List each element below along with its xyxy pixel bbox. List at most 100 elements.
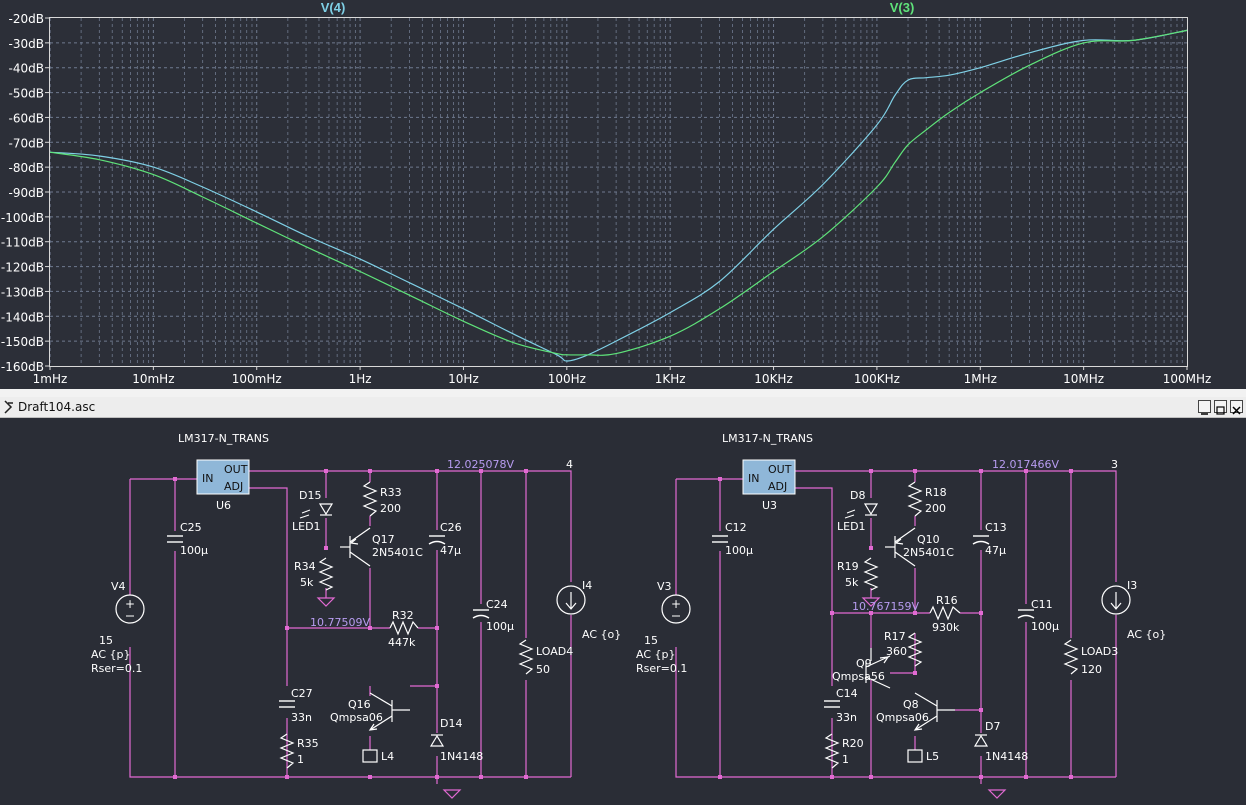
capacitor-c11[interactable]: [1017, 609, 1035, 619]
voltage-source-v4[interactable]: +: [115, 594, 145, 624]
capacitor-c25[interactable]: [167, 535, 183, 543]
c26-ref: C26: [440, 521, 462, 534]
resistor-r34[interactable]: [318, 557, 334, 591]
trace-v3[interactable]: [49, 29, 1188, 356]
v4-ref: V4: [111, 580, 126, 593]
minimize-button[interactable]: [1198, 400, 1211, 415]
schematic-title-bar[interactable]: Draft104.asc: [0, 397, 1246, 418]
c14-value: 33n: [836, 711, 857, 724]
circuit-left: IN OUT ADJ LM317-N_TRANS U6 12.025078V 4…: [91, 432, 621, 799]
pin-adj-label: ADJ: [768, 480, 787, 493]
y-tick-label: -120dB: [1, 261, 44, 275]
r32-ref: R32: [392, 609, 414, 622]
waveform-plot[interactable]: -20dB -30dB -40dB -50dB -60dB -70dB -80dB -90dB…: [0, 0, 1246, 389]
regulator-ref: U3: [762, 499, 777, 512]
transistor-q17[interactable]: [340, 527, 371, 567]
net-label-out: 12.017466V: [992, 458, 1059, 471]
capacitor-c12[interactable]: [712, 535, 728, 543]
capacitor-c27[interactable]: [279, 700, 295, 708]
pin-out-label: OUT: [768, 463, 792, 476]
plot-grid: [49, 18, 1187, 366]
r33-ref: R33: [380, 486, 402, 499]
schematic-canvas[interactable]: IN OUT ADJ LM317-N_TRANS U6 12.025078V 4…: [0, 418, 1246, 805]
trace-v4[interactable]: [49, 29, 1188, 362]
resistor-r16[interactable]: [929, 605, 961, 621]
led-d15[interactable]: [299, 503, 334, 519]
x-tick-label: 10mHz: [132, 372, 174, 386]
x-tick-label: 10KHz: [754, 372, 792, 386]
x-axis: 1mHz 10mHz 100mHz 1Hz 10Hz 100Hz 1KHz 10KHz 100K…: [33, 366, 1211, 386]
schematic-drawing[interactable]: IN OUT ADJ LM317-N_TRANS U6 12.025078V 4…: [0, 418, 1246, 805]
regulator-ref: U6: [216, 499, 231, 512]
y-tick-label: -20dB: [9, 12, 44, 26]
capacitor-c14[interactable]: [824, 700, 840, 708]
capacitor-c26[interactable]: [428, 535, 446, 545]
resistor-r19[interactable]: [863, 557, 879, 591]
c11-ref: C11: [1031, 598, 1053, 611]
load3-value: 120: [1081, 663, 1102, 676]
x-tick-label: 10Hz: [448, 372, 479, 386]
d14-ref: D14: [440, 717, 462, 730]
load4-value: 50: [536, 663, 550, 676]
y-tick-label: -70dB: [9, 136, 44, 150]
q9-ref: Q9: [856, 657, 872, 670]
load4-ref: LOAD4: [536, 645, 573, 658]
x-tick-label: 10MHz: [1063, 372, 1104, 386]
current-source-i4[interactable]: [556, 585, 586, 615]
x-tick-label: 1MHz: [964, 372, 997, 386]
y-tick-label: -40dB: [9, 62, 44, 76]
net-label-out: 12.025078V: [447, 458, 514, 471]
trace-label-v4[interactable]: V(4): [321, 0, 346, 15]
c13-ref: C13: [985, 521, 1007, 534]
y-tick-label: -150dB: [1, 335, 44, 349]
c24-value: 100µ: [486, 620, 514, 633]
v4-rser: Rser=0.1: [91, 662, 142, 675]
svg-text:+: +: [671, 597, 681, 611]
resistor-r32[interactable]: [389, 620, 419, 636]
i4-value: AC {o}: [582, 628, 621, 641]
inductor-l4[interactable]: [362, 749, 378, 763]
close-button[interactable]: [1230, 400, 1243, 415]
net-node-label: 4: [566, 458, 573, 471]
y-tick-label: -30dB: [9, 37, 44, 51]
i3-ref: I3: [1127, 579, 1137, 592]
q10-value: 2N5401C: [903, 546, 954, 559]
maximize-button[interactable]: [1214, 400, 1227, 415]
resistor-r33[interactable]: [362, 481, 378, 517]
c27-value: 33n: [291, 711, 312, 724]
capacitor-c13[interactable]: [972, 535, 990, 545]
r32-value: 447k: [388, 636, 416, 649]
svg-text:+: +: [125, 597, 135, 611]
waveform-pane[interactable]: -20dB -30dB -40dB -50dB -60dB -70dB -80dB -90dB…: [0, 0, 1246, 389]
led-d8[interactable]: [844, 503, 879, 519]
v3-value: 15: [644, 634, 658, 647]
r17-ref: R17: [884, 630, 906, 643]
net-label-mid: 10.77509V: [310, 616, 370, 629]
c14-ref: C14: [836, 687, 858, 700]
traces: [49, 29, 1188, 362]
diode-d7[interactable]: [973, 734, 989, 747]
q8-value: Qmpsa06: [876, 711, 929, 724]
l4-ref: L4: [381, 750, 394, 763]
y-tick-label: -60dB: [9, 111, 44, 125]
d7-value: 1N4148: [985, 750, 1028, 763]
pane-divider[interactable]: [0, 389, 1246, 397]
resistor-load3[interactable]: [1063, 639, 1079, 675]
r16-ref: R16: [936, 594, 958, 607]
c12-value: 100µ: [725, 544, 753, 557]
d15-ref: D15: [299, 489, 321, 502]
diode-d14[interactable]: [429, 734, 445, 747]
resistor-r18[interactable]: [907, 481, 923, 517]
net-node-label: 3: [1111, 458, 1118, 471]
d14-value: 1N4148: [440, 750, 483, 763]
trace-label-v3[interactable]: V(3): [890, 0, 915, 15]
voltage-source-v3[interactable]: +: [661, 594, 691, 624]
resistor-load4[interactable]: [518, 639, 534, 675]
current-source-i3[interactable]: [1101, 585, 1131, 615]
c12-ref: C12: [725, 521, 747, 534]
x-tick-label: 1KHz: [655, 372, 686, 386]
capacitor-c24[interactable]: [472, 609, 490, 619]
d15-value: LED1: [292, 520, 321, 533]
d8-ref: D8: [850, 489, 865, 502]
inductor-l5[interactable]: [907, 749, 923, 763]
